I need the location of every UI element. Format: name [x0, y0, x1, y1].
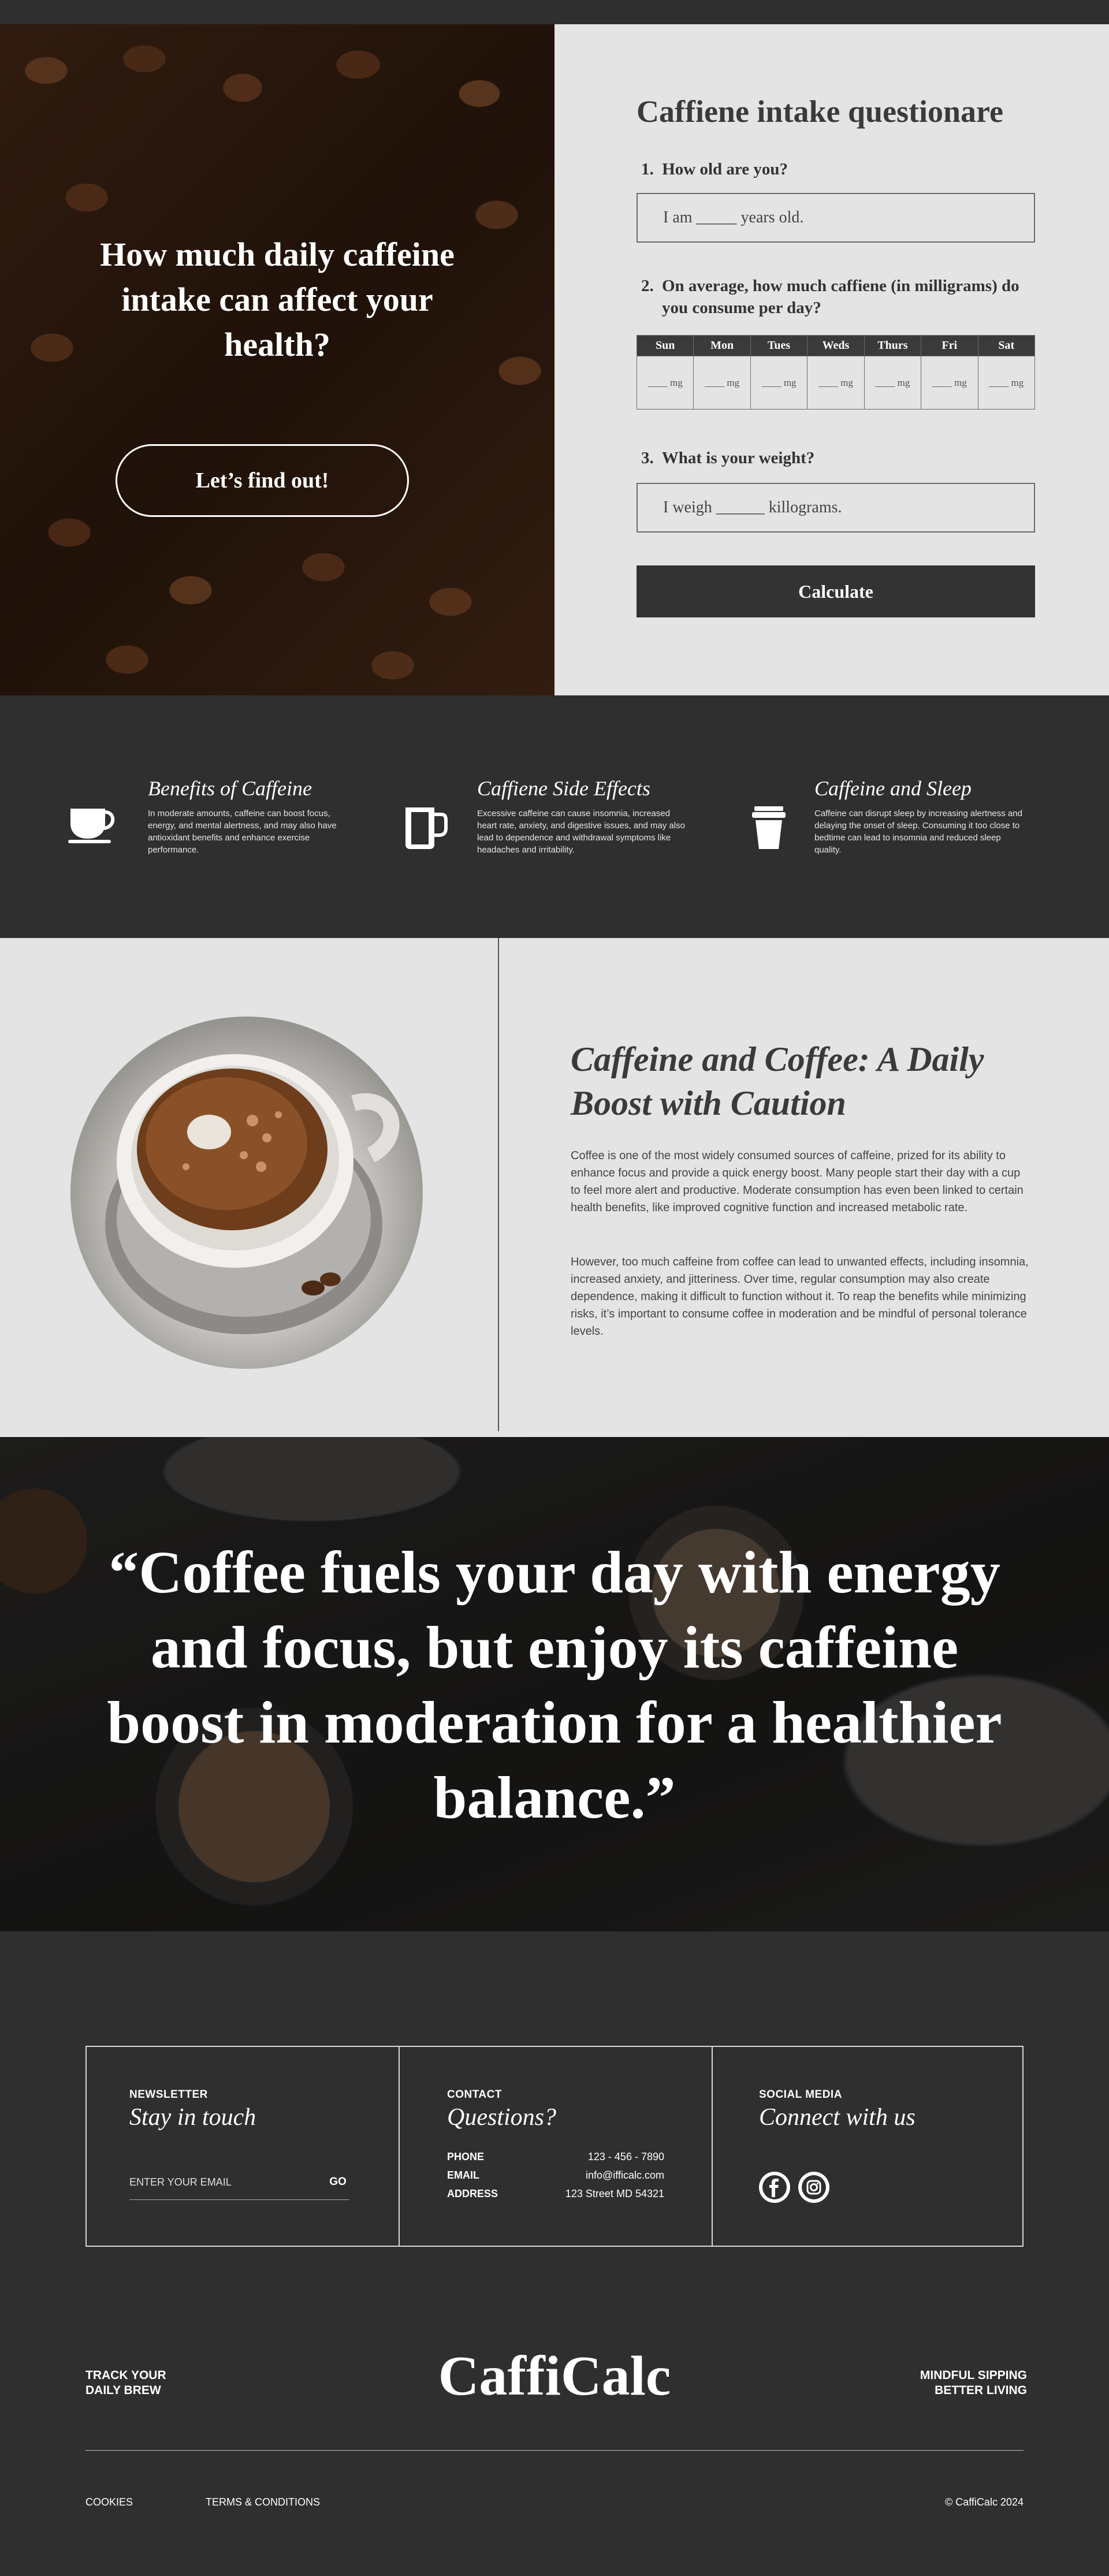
- calculate-button[interactable]: Calculate: [637, 565, 1035, 617]
- contact-column: CONTACT Questions? PHONE 123 - 456 - 789…: [400, 2047, 712, 2246]
- mg-input-fri[interactable]: ____ mg: [921, 356, 978, 410]
- email-underline: [129, 2199, 349, 2200]
- questionnaire-panel: Caffiene intake questionare 1. How old a…: [554, 24, 1109, 695]
- footer-divider: [85, 2450, 1024, 2451]
- weight-input[interactable]: I weigh ______ killograms.: [637, 483, 1035, 533]
- terms-link[interactable]: TERMS & CONDITIONS: [206, 2496, 320, 2508]
- tagline-line: BETTER LIVING: [935, 2384, 1027, 2397]
- feature-title: Caffiene Side Effects: [477, 777, 650, 800]
- hero-title: How much daily caffeine intake can affec…: [100, 236, 455, 363]
- quote-text: “Coffee fuels your day with energy and f…: [107, 1539, 1002, 1831]
- day-header: Sat: [977, 335, 1036, 356]
- questionnaire-title: Caffiene intake questionare: [637, 94, 1003, 129]
- email-value[interactable]: info@ifficalc.com: [586, 2169, 664, 2182]
- day-header: Tues: [750, 335, 808, 356]
- top-bar: [0, 0, 1109, 24]
- mug-icon: [403, 806, 448, 853]
- mg-input-tues[interactable]: ____ mg: [750, 356, 808, 410]
- question-1-label: 1. How old are you?: [641, 158, 1022, 180]
- brand-logo: CaffiCalc: [438, 2345, 671, 2407]
- feature-text: Excessive caffeine can cause insomnia, i…: [477, 809, 685, 855]
- newsletter-eyebrow: NEWSLETTER: [129, 2089, 208, 2101]
- question-number: 1.: [641, 160, 654, 178]
- feature-text: In moderate amounts, caffeine can boost …: [148, 809, 337, 855]
- email-label: EMAIL: [447, 2169, 479, 2181]
- cookies-link[interactable]: COOKIES: [85, 2496, 133, 2508]
- instagram-icon[interactable]: [798, 2172, 829, 2203]
- feature-title: Caffeine and Sleep: [814, 777, 972, 800]
- question-text: On average, how much caffiene (in millig…: [662, 277, 1019, 317]
- mg-input-mon[interactable]: ____ mg: [693, 356, 751, 410]
- question-number: 3.: [641, 449, 654, 467]
- tagline-line: DAILY BREW: [85, 2384, 161, 2397]
- article-title: Caffeine and Coffee: A Daily Boost with …: [571, 1040, 984, 1122]
- address-value: 123 Street MD 54321: [565, 2188, 664, 2199]
- vertical-divider: [498, 938, 499, 1431]
- newsletter-heading: Stay in touch: [129, 2104, 256, 2131]
- tagline-left: TRACK YOUR DAILY BREW: [85, 2368, 166, 2398]
- feature-title: Benefits of Caffeine: [148, 777, 312, 800]
- hero-image-panel: How much daily caffeine intake can affec…: [0, 24, 554, 695]
- email-input[interactable]: [129, 2171, 303, 2194]
- copyright: © CaffiCalc 2024: [944, 2496, 1024, 2508]
- age-input[interactable]: I am _____ years old.: [637, 193, 1035, 243]
- go-button[interactable]: GO: [323, 2171, 352, 2194]
- contact-heading: Questions?: [447, 2104, 556, 2131]
- mg-input-weds[interactable]: ____ mg: [807, 356, 865, 410]
- mg-input-thurs[interactable]: ____ mg: [864, 356, 922, 410]
- social-column: SOCIAL MEDIA Connect with us: [713, 2047, 1022, 2246]
- quote-banner: “Coffee fuels your day with energy and f…: [0, 1437, 1109, 1931]
- article-paragraph-2: However, too much caffeine from coffee c…: [571, 1256, 1029, 1338]
- question-number: 2.: [641, 277, 654, 295]
- question-text: How old are you?: [662, 160, 788, 178]
- tagline-line: MINDFUL SIPPING: [920, 2369, 1027, 2382]
- tagline-line: TRACK YOUR: [85, 2369, 166, 2382]
- coffee-cup-icon: [68, 804, 119, 848]
- footer-info-grid: NEWSLETTER Stay in touch GO CONTACT Ques…: [85, 2046, 1024, 2247]
- mg-input-sun[interactable]: ____ mg: [636, 356, 694, 410]
- day-header: Thurs: [864, 335, 922, 356]
- facebook-icon[interactable]: [759, 2172, 790, 2203]
- coffee-cup-image: [70, 1017, 423, 1369]
- daily-caffeine-table: Sun Mon Tues Weds Thurs Fri Sat ____ mg …: [636, 335, 1036, 410]
- phone-value: 123 - 456 - 7890: [587, 2151, 664, 2162]
- day-header: Weds: [807, 335, 865, 356]
- find-out-button[interactable]: Let’s find out!: [116, 444, 409, 517]
- features-section: Benefits of Caffeine In moderate amounts…: [0, 695, 1109, 938]
- social-eyebrow: SOCIAL MEDIA: [759, 2089, 842, 2101]
- tagline-right: MINDFUL SIPPING BETTER LIVING: [920, 2368, 1027, 2398]
- phone-label: PHONE: [447, 2151, 485, 2162]
- newsletter-column: NEWSLETTER Stay in touch GO: [87, 2047, 399, 2246]
- address-label: ADDRESS: [447, 2188, 498, 2199]
- feature-benefits: Benefits of Caffeine In moderate amounts…: [148, 776, 356, 856]
- question-text: What is your weight?: [661, 449, 815, 467]
- question-2-label: 2. On average, how much caffiene (in mil…: [641, 275, 1022, 319]
- day-header: Mon: [693, 335, 751, 356]
- feature-sleep: Caffeine and Sleep Caffeine can disrupt …: [814, 776, 1022, 856]
- article-paragraph-1: Coffee is one of the most widely consume…: [571, 1149, 1024, 1214]
- day-header: Fri: [921, 335, 978, 356]
- contact-eyebrow: CONTACT: [447, 2089, 502, 2101]
- social-heading: Connect with us: [759, 2104, 916, 2131]
- day-header: Sun: [636, 335, 694, 356]
- question-3-label: 3. What is your weight?: [641, 447, 1022, 469]
- footer: NEWSLETTER Stay in touch GO CONTACT Ques…: [0, 1931, 1109, 2576]
- feature-side-effects: Caffiene Side Effects Excessive caffeine…: [477, 776, 685, 856]
- feature-text: Caffeine can disrupt sleep by increasing…: [814, 809, 1022, 855]
- mg-input-sat[interactable]: ____ mg: [977, 356, 1036, 410]
- article-section: Caffeine and Coffee: A Daily Boost with …: [0, 938, 1109, 1437]
- takeaway-cup-icon: [751, 806, 787, 852]
